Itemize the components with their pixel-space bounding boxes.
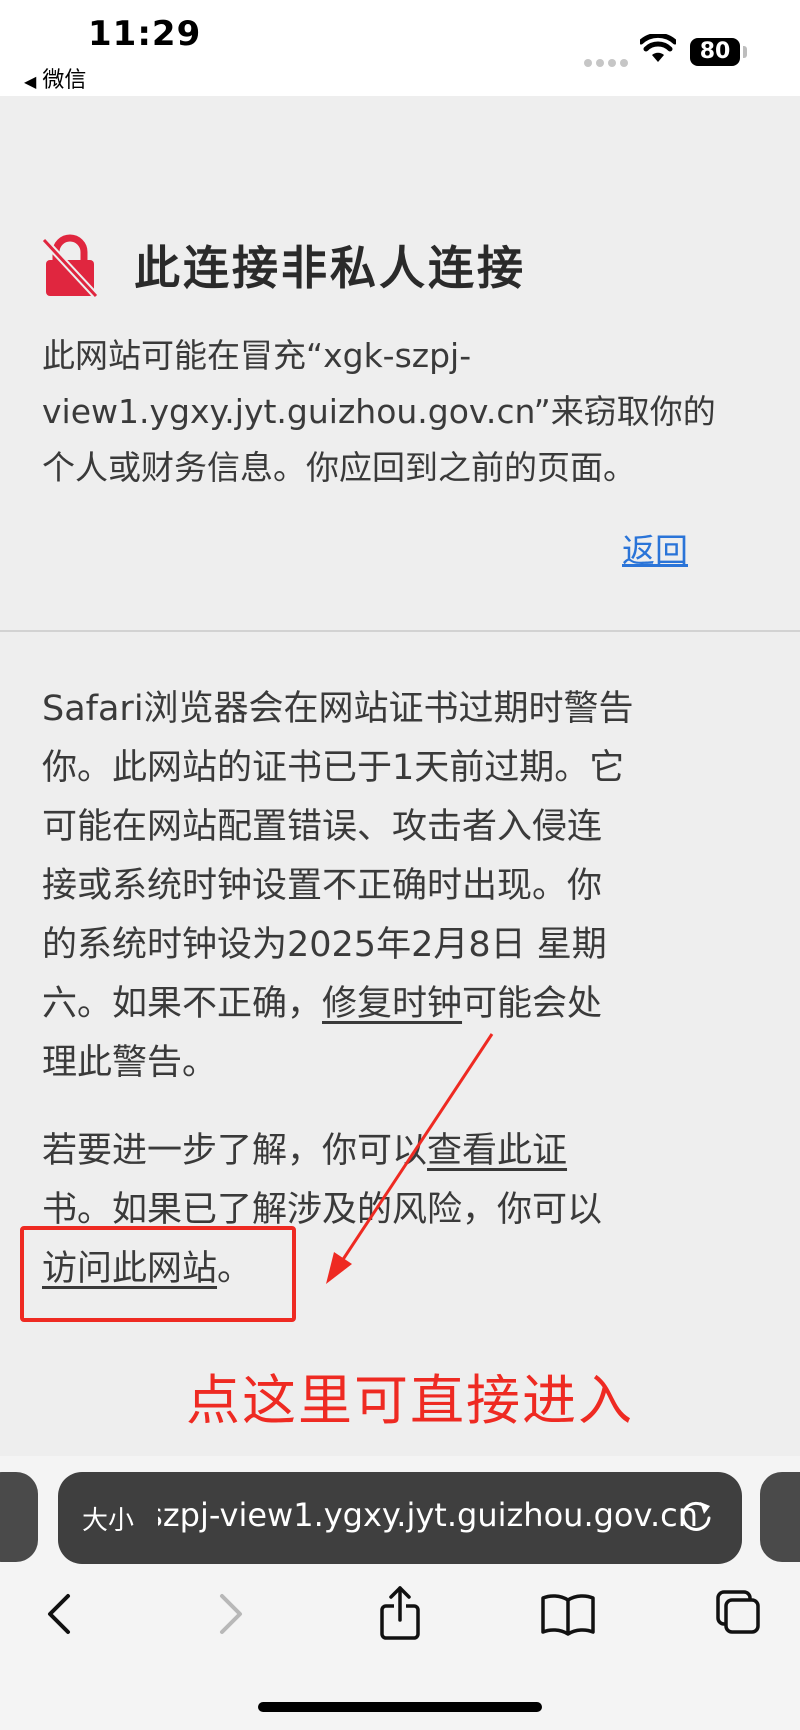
annotation-note: 点这里可直接进入 <box>186 1369 634 1432</box>
url-text[interactable]: xgk-szpj-view1.ygxy.jyt.guizhou.gov.cn <box>158 1496 698 1534</box>
section-divider <box>0 630 800 632</box>
broken-lock-icon <box>42 234 98 298</box>
battery-indicator: 80 <box>690 38 740 66</box>
details-line: 的系统时钟设为2025年2月8日 星期 <box>42 925 607 965</box>
description-line: 此网站可能在冒充“xgk-szpj- <box>42 336 472 375</box>
details-line: Safari浏览器会在网站证书过期时警告 <box>42 689 634 729</box>
back-chevron-icon[interactable] <box>30 1584 90 1644</box>
forward-chevron-icon[interactable] <box>200 1584 260 1644</box>
options-line: 若要进一步了解，你可以查看此证 <box>42 1122 762 1181</box>
back-triangle-icon: ◀ <box>24 72 37 91</box>
options-text: 。如果已了解涉及的风险，你可以 <box>77 1190 603 1230</box>
warning-summary: 此连接非私人连接 此网站可能在冒充“xgk-szpj- view1.ygxy.j… <box>0 96 800 630</box>
reload-icon[interactable] <box>676 1496 716 1536</box>
details-text: 可能会处 <box>462 984 603 1024</box>
certificate-details: Safari浏览器会在网站证书过期时警告 你。此网站的证书已于1天前过期。它 可… <box>42 680 762 1093</box>
cellular-signal-icon <box>584 52 632 71</box>
details-line: 接或系统时钟设置不正确时出现。你 <box>42 866 603 906</box>
bookmarks-icon[interactable] <box>538 1584 598 1644</box>
browser-toolbar: 大小 xgk-szpj-view1.ygxy.jyt.guizhou.gov.c… <box>0 1456 800 1730</box>
status-time: 11:29 <box>88 14 202 54</box>
warning-description: 此网站可能在冒充“xgk-szpj- view1.ygxy.jyt.guizho… <box>42 328 762 496</box>
view-certificate-link[interactable]: 查看此证 <box>427 1131 567 1171</box>
status-bar: 11:29 ◀ 微信 80 <box>0 0 800 96</box>
highlight-box <box>20 1226 296 1322</box>
back-app-label: 微信 <box>42 68 87 93</box>
view-certificate-link-cont[interactable]: 书 <box>42 1190 77 1230</box>
back-to-app-button[interactable]: ◀ 微信 <box>24 62 86 94</box>
details-text: 六。如果不正确， <box>42 984 323 1024</box>
details-line: 你。此网站的证书已于1天前过期。它 <box>42 748 625 788</box>
home-indicator <box>258 1702 542 1712</box>
share-icon[interactable] <box>370 1584 430 1644</box>
fix-clock-link[interactable]: 修复时钟 <box>322 984 462 1024</box>
wifi-icon <box>640 34 676 62</box>
go-back-link[interactable]: 返回 <box>622 524 688 572</box>
page-title: 此连接非私人连接 <box>134 241 526 295</box>
address-bar[interactable]: 大小 xgk-szpj-view1.ygxy.jyt.guizhou.gov.c… <box>58 1472 742 1564</box>
description-line: view1.ygxy.jyt.guizhou.gov.cn”来窃取你的 <box>42 392 716 431</box>
tabs-icon[interactable] <box>708 1584 768 1644</box>
battery-tip <box>743 46 747 58</box>
details-line: 理此警告。 <box>42 1043 218 1083</box>
details-line: 可能在网站配置错误、攻击者入侵连 <box>42 807 603 847</box>
options-text: 若要进一步了解，你可以 <box>42 1131 428 1171</box>
previous-tab-peek[interactable] <box>0 1472 38 1562</box>
details-line: 六。如果不正确，修复时钟可能会处 <box>42 975 762 1034</box>
next-tab-peek[interactable] <box>760 1472 800 1562</box>
description-line: 个人或财务信息。你应回到之前的页面。 <box>42 448 636 487</box>
page-size-button[interactable]: 大小 <box>82 1500 134 1537</box>
